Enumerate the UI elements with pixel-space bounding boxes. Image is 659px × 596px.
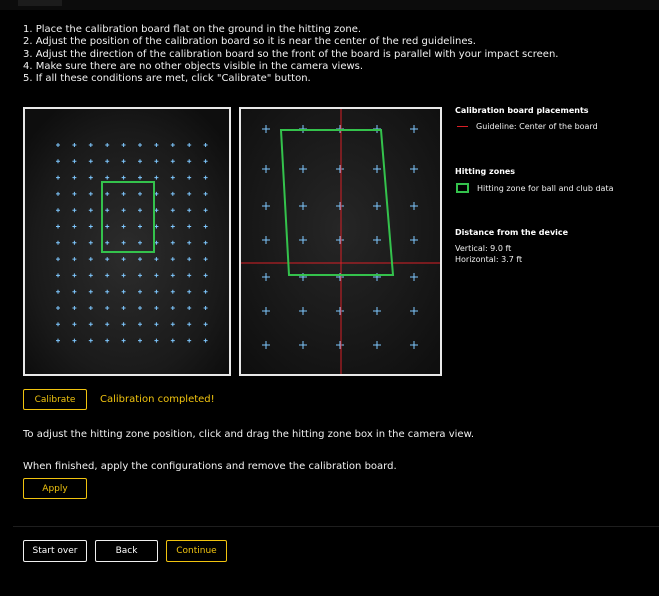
legend-row-hitting-zone: Hitting zone for ball and club data	[455, 183, 614, 193]
camera-left-canvas[interactable]	[25, 109, 229, 374]
divider	[13, 526, 659, 527]
adjust-hint: To adjust the hitting zone position, cli…	[23, 429, 475, 440]
legend-heading: Calibration board placements	[455, 106, 589, 115]
top-tab[interactable]	[18, 0, 62, 6]
instruction-step: 4. Make sure there are no other objects …	[23, 60, 364, 72]
camera-right-canvas[interactable]	[241, 109, 440, 374]
legend-label: Hitting zone for ball and club data	[477, 183, 614, 193]
legend-heading: Distance from the device	[455, 228, 569, 237]
start-over-button[interactable]: Start over	[23, 540, 87, 562]
instruction-step: 2. Adjust the position of the calibratio…	[23, 36, 476, 48]
calibrate-button[interactable]: Calibrate	[23, 389, 87, 410]
hitting-zone-swatch	[456, 183, 469, 193]
distance-horizontal: Horizontal: 3.7 ft	[455, 255, 523, 264]
instruction-step: 1. Place the calibration board flat on t…	[23, 24, 362, 35]
instruction-step: 3. Adjust the direction of the calibrati…	[23, 48, 559, 60]
instruction-step: 5. If all these conditions are met, clic…	[23, 73, 311, 85]
calibration-status: Calibration completed!	[100, 394, 215, 405]
top-bar	[0, 0, 659, 10]
camera-view-left[interactable]	[23, 107, 231, 376]
camera-view-right[interactable]	[239, 107, 442, 376]
legend-label: Guideline: Center of the board	[476, 122, 598, 131]
apply-button[interactable]: Apply	[23, 478, 87, 499]
legend-row-guideline: Guideline: Center of the board	[455, 122, 598, 131]
distance-vertical: Vertical: 9.0 ft	[455, 244, 512, 253]
camera-left-background	[25, 109, 229, 374]
legend-heading: Hitting zones	[455, 167, 516, 176]
legend-placements: Calibration board placements Guideline: …	[455, 106, 598, 131]
back-button[interactable]: Back	[95, 540, 158, 562]
instructions-list: 1. Place the calibration board flat on t…	[23, 24, 558, 85]
finish-hint: When finished, apply the configurations …	[23, 461, 397, 472]
continue-button[interactable]: Continue	[166, 540, 227, 562]
legend-distance: Distance from the device Vertical: 9.0 f…	[455, 228, 568, 264]
legend-hitting-zones: Hitting zones Hitting zone for ball and …	[455, 167, 614, 193]
guideline-swatch	[457, 126, 468, 127]
